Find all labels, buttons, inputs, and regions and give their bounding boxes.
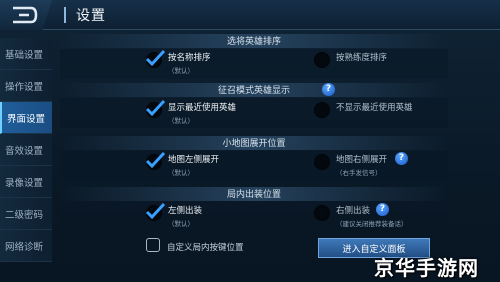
radio-unchecked bbox=[314, 154, 330, 170]
checkmark-icon bbox=[145, 202, 166, 220]
radio-checked bbox=[145, 99, 166, 118]
section-header-equipment-position: 局内出装位置 bbox=[60, 187, 448, 201]
option-sub: （默认） bbox=[168, 169, 194, 177]
sidebar-item-label: 二级密码 bbox=[5, 209, 44, 221]
custom-layout-label: 自定义局内按键位置 bbox=[167, 243, 244, 253]
sidebar-item-secondary-password[interactable]: 二级密码 bbox=[0, 198, 52, 230]
sidebar-item-basic[interactable]: 基础设置 bbox=[0, 38, 52, 70]
option-label: 地图左侧展开 bbox=[168, 155, 220, 165]
option-label: 右侧出装 bbox=[336, 206, 371, 216]
radio-unchecked bbox=[314, 205, 330, 221]
checkmark-icon bbox=[145, 49, 166, 67]
option-label: 按名称排序 bbox=[168, 53, 211, 63]
option-sub: （默认） bbox=[168, 117, 194, 125]
checkmark-icon bbox=[145, 99, 166, 117]
sidebar-item-label: 网络诊断 bbox=[5, 241, 44, 253]
option-sort-by-name[interactable]: 按名称排序 （默认） bbox=[145, 49, 211, 75]
section-header-draft-display: 征召模式英雄显示 bbox=[60, 83, 448, 97]
watermark: 京华手游网 bbox=[374, 256, 479, 280]
option-label: 地图右侧展开 bbox=[336, 155, 388, 165]
option-sub: （默认） bbox=[168, 220, 194, 228]
sidebar-item-replay[interactable]: 录像设置 bbox=[0, 166, 52, 198]
option-sub: （默认） bbox=[168, 67, 194, 75]
sidebar-item-label: 录像设置 bbox=[5, 177, 44, 189]
page-title: 设置 bbox=[76, 8, 106, 24]
section-header-minimap-position: 小地图展开位置 bbox=[60, 136, 448, 150]
back-arrow-icon bbox=[13, 6, 38, 24]
sidebar-item-interface[interactable]: 界面设置 bbox=[0, 102, 52, 134]
sidebar-item-controls[interactable]: 操作设置 bbox=[0, 70, 52, 102]
option-equipment-left[interactable]: 左侧出装 （默认） bbox=[145, 202, 203, 228]
radio-checked bbox=[145, 202, 166, 221]
sidebar-item-label: 操作设置 bbox=[5, 81, 44, 93]
option-equipment-right[interactable]: 右侧出装 （建议关闭推荐装备话） bbox=[314, 204, 408, 228]
sidebar-item-sound[interactable]: 音效设置 bbox=[0, 134, 52, 166]
top-bar: 设置 bbox=[0, 0, 500, 30]
custom-layout-icon bbox=[146, 238, 160, 252]
settings-sidebar: 基础设置 操作设置 界面设置 音效设置 录像设置 二级密码 网络诊断 bbox=[0, 38, 52, 262]
section-body-minimap-position bbox=[60, 151, 448, 181]
sidebar-item-label: 界面设置 bbox=[7, 113, 46, 125]
option-sub: （建议关闭推荐装备话） bbox=[336, 220, 408, 228]
back-button[interactable] bbox=[0, 0, 52, 30]
option-sub: （右手发信号） bbox=[336, 169, 382, 177]
option-minimap-right[interactable]: 地图右侧展开 （右手发信号） bbox=[314, 153, 387, 177]
settings-panel: 选将英雄排序 按名称排序 （默认） 按熟练度排序 征召模式英雄显示 ? 显示最近… bbox=[60, 32, 460, 282]
radio-checked bbox=[145, 49, 166, 68]
title-separator bbox=[64, 7, 66, 23]
option-show-recent-heroes[interactable]: 显示最近使用英雄 （默认） bbox=[145, 99, 237, 125]
option-label: 按熟练度排序 bbox=[336, 53, 388, 63]
option-sort-by-proficiency[interactable]: 按熟练度排序 bbox=[314, 51, 387, 68]
option-minimap-left[interactable]: 地图左侧展开 （默认） bbox=[145, 151, 220, 177]
sidebar-item-label: 基础设置 bbox=[5, 49, 44, 61]
section-body-hero-sort bbox=[60, 49, 448, 79]
help-icon[interactable]: ? bbox=[395, 152, 408, 165]
option-label: 左侧出装 bbox=[168, 206, 203, 216]
help-icon[interactable]: ? bbox=[322, 83, 335, 96]
checkmark-icon bbox=[145, 151, 166, 169]
sidebar-item-label: 音效设置 bbox=[5, 145, 44, 157]
section-header-hero-sort: 选将英雄排序 bbox=[60, 34, 448, 48]
option-hide-recent-heroes[interactable]: 不显示最近使用英雄 bbox=[314, 101, 413, 118]
help-icon[interactable]: ? bbox=[376, 203, 389, 216]
radio-unchecked bbox=[314, 102, 330, 118]
radio-unchecked bbox=[314, 52, 330, 68]
sidebar-item-network-diagnosis[interactable]: 网络诊断 bbox=[0, 230, 52, 262]
radio-checked bbox=[145, 151, 166, 170]
option-label: 显示最近使用英雄 bbox=[168, 103, 237, 113]
option-label: 不显示最近使用英雄 bbox=[336, 103, 413, 113]
